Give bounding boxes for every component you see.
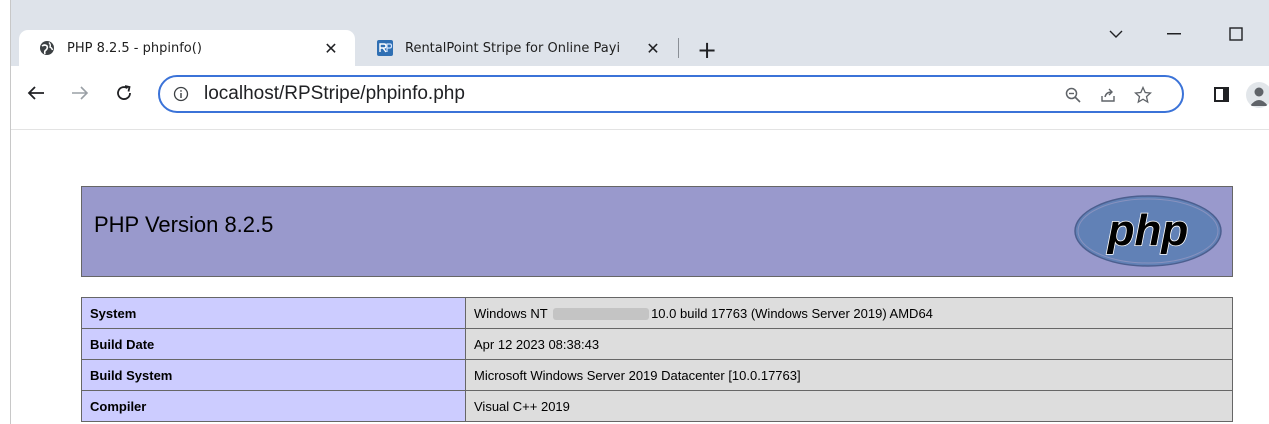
new-tab-button[interactable]: + bbox=[693, 36, 721, 64]
row-key: Build System bbox=[81, 359, 466, 391]
minimize-icon[interactable] bbox=[1159, 20, 1189, 48]
tab-title: RentalPoint Stripe for Online Payi bbox=[405, 40, 621, 56]
row-key: Compiler bbox=[81, 390, 466, 422]
zoom-icon[interactable] bbox=[1062, 84, 1084, 106]
maximize-icon[interactable] bbox=[1221, 20, 1251, 48]
svg-text:php: php bbox=[1107, 206, 1189, 255]
system-value-prefix: Windows NT bbox=[474, 305, 548, 321]
php-version-header: PHP Version 8.2.5 php bbox=[81, 186, 1233, 277]
table-row: System Windows NT 10.0 build 17763 (Wind… bbox=[81, 297, 1233, 329]
share-icon[interactable] bbox=[1097, 84, 1119, 106]
address-bar[interactable]: localhost/RPStripe/phpinfo.php bbox=[158, 75, 1184, 113]
system-value-suffix: 10.0 build 17763 (Windows Server 2019) A… bbox=[651, 305, 933, 321]
row-key: Build Date bbox=[81, 328, 466, 360]
url-text[interactable]: localhost/RPStripe/phpinfo.php bbox=[204, 83, 465, 105]
globe-icon bbox=[39, 40, 55, 56]
php-logo[interactable]: php bbox=[1074, 195, 1222, 267]
redacted-hostname bbox=[553, 308, 650, 321]
row-value: Apr 12 2023 08:38:43 bbox=[465, 328, 1233, 360]
rp-logo-icon bbox=[377, 40, 393, 56]
reload-icon[interactable] bbox=[109, 78, 139, 108]
close-tab-icon[interactable]: ✕ bbox=[321, 38, 341, 58]
side-panel-icon[interactable] bbox=[1214, 87, 1229, 102]
tab-title: PHP 8.2.5 - phpinfo() bbox=[67, 40, 202, 56]
tab-separator bbox=[678, 38, 679, 58]
table-row: Build System Microsoft Windows Server 20… bbox=[81, 359, 1233, 391]
table-row: Compiler Visual C++ 2019 bbox=[81, 390, 1233, 422]
tab-search-chevron-icon[interactable] bbox=[1101, 20, 1131, 48]
site-info-icon[interactable] bbox=[172, 85, 190, 103]
phpinfo-table: System Windows NT 10.0 build 17763 (Wind… bbox=[81, 297, 1233, 422]
browser-toolbar: localhost/RPStripe/phpinfo.php bbox=[11, 66, 1269, 130]
browser-window: PHP 8.2.5 - phpinfo() ✕ RentalPoint Stri… bbox=[10, 0, 1269, 424]
close-tab-icon[interactable]: ✕ bbox=[643, 38, 663, 58]
tab-rentalpoint-stripe[interactable]: RentalPoint Stripe for Online Payi ✕ bbox=[357, 30, 677, 66]
bookmark-star-icon[interactable] bbox=[1132, 84, 1154, 106]
php-version-title: PHP Version 8.2.5 bbox=[94, 212, 274, 237]
forward-icon[interactable] bbox=[65, 78, 95, 108]
row-value: Visual C++ 2019 bbox=[465, 390, 1233, 422]
row-value: Microsoft Windows Server 2019 Datacenter… bbox=[465, 359, 1233, 391]
row-key: System bbox=[81, 297, 466, 329]
tab-phpinfo[interactable]: PHP 8.2.5 - phpinfo() ✕ bbox=[19, 30, 355, 66]
profile-avatar-icon[interactable] bbox=[1246, 82, 1269, 108]
table-row: Build Date Apr 12 2023 08:38:43 bbox=[81, 328, 1233, 360]
tab-strip: PHP 8.2.5 - phpinfo() ✕ RentalPoint Stri… bbox=[11, 0, 1269, 66]
back-icon[interactable] bbox=[21, 78, 51, 108]
row-value: Windows NT 10.0 build 17763 (Windows Ser… bbox=[465, 297, 1233, 329]
page-content: PHP Version 8.2.5 php System Windows NT … bbox=[11, 131, 1269, 424]
